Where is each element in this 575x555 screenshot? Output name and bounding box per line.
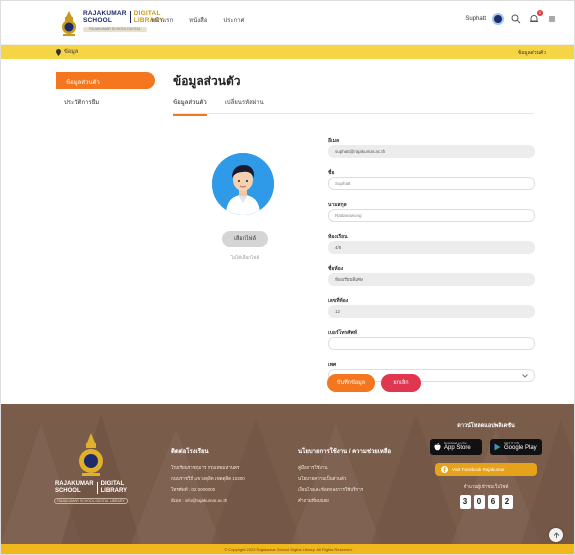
profile-avatar (212, 153, 274, 215)
visitor-digit: 2 (501, 495, 513, 509)
visitor-count-label: จำนวนผู้เข้าชมเว็บไซต์ (463, 484, 509, 489)
arrow-up-icon (553, 531, 559, 538)
nav-books[interactable]: หนังสือ (189, 15, 207, 25)
last-name-field[interactable]: Rattanawong (328, 209, 535, 222)
last-name-label: นามสกุล (328, 202, 347, 208)
facebook-button[interactable]: Visit Facebook Rajakumar (435, 463, 537, 476)
app-store-button[interactable]: Download on the App Store (430, 439, 482, 455)
footer-contact-line: โทรศัพท์ : 02 0000000 (171, 487, 216, 492)
student-number-field: 12 (328, 305, 535, 318)
footer-links-heading: นโยบายการใช้งาน / ความช่วยเหลือ (298, 449, 392, 455)
breadcrumb: ข้อมูล (56, 48, 78, 56)
footer-logo-divider (96, 482, 98, 494)
visitor-digit: 3 (459, 495, 471, 509)
footer-logo: RAJAKUMAR SCHOOL DIGITAL LIBRARY RAJAKUM… (53, 433, 129, 504)
footer-link[interactable]: เงื่อนไขและข้อตกลงการใช้บริการ (298, 486, 398, 493)
save-button[interactable]: บันทึกข้อมูล (327, 374, 375, 392)
search-icon[interactable] (510, 13, 522, 25)
google-play-icon (494, 443, 501, 451)
visitor-digit: 6 (487, 495, 499, 509)
google-play-button[interactable]: GET IT ON Google Play (490, 439, 542, 455)
footer-contact: ติดต่อโรงเรียน โรงเรียนราชกุมาร กรุงเทพม… (171, 446, 281, 508)
page-title: ข้อมูลส่วนตัว (173, 74, 241, 88)
user-avatar-icon (212, 153, 274, 215)
footer-logo-right2: LIBRARY (100, 488, 128, 494)
sidebar-item-profile[interactable]: ข้อมูลส่วนตัว (56, 72, 155, 89)
phone-label: เบอร์โทรศัพท์ (328, 330, 358, 336)
chevron-down-icon (522, 373, 528, 378)
user-avatar[interactable] (492, 13, 504, 25)
copyright: © Copyright 2023 Rajakumar School Digita… (1, 544, 574, 554)
app-store-label: App Store (444, 445, 471, 451)
logo-line2-left: SCHOOL (83, 17, 113, 24)
footer-apps-heading: ดาวน์โหลดแอปพลิเคชัน (457, 423, 515, 429)
sidebar-item-history[interactable]: ประวัติการยืม (64, 97, 99, 107)
tab-divider (173, 113, 533, 114)
footer-logo-left1: RAJAKUMAR (54, 481, 94, 487)
room-name-label: ชื่อห้อง (328, 266, 344, 272)
footer-links: นโยบายการใช้งาน / ความช่วยเหลือ คู่มือกา… (298, 446, 398, 508)
visitor-digit: 0 (473, 495, 485, 509)
footer-link[interactable]: คู่มือการใช้งาน (298, 464, 398, 471)
facebook-icon (441, 466, 448, 473)
main-nav: หน้าแรก หนังสือ ประกาศ (151, 15, 245, 25)
student-number-label: เลขที่ห้อง (328, 298, 349, 304)
page: RAJAKUMAR SCHOOL DIGITAL LIBRARY RAJAKUM… (0, 0, 575, 555)
notification-badge: 0 (537, 10, 543, 16)
facebook-label: Visit Facebook Rajakumar (452, 467, 505, 472)
logo-divider (129, 11, 131, 23)
nav-home[interactable]: หน้าแรก (151, 15, 173, 25)
location-pin-icon (56, 48, 61, 56)
classroom-label: ห้องเรียน (328, 234, 348, 240)
footer-link[interactable]: คำถามที่พบบ่อย (298, 497, 398, 504)
no-file-chosen-text: ไม่ได้เลือกไฟล์ (230, 255, 260, 260)
breadcrumb-current: ข้อมูลส่วนตัว (517, 50, 546, 56)
site-logo[interactable]: RAJAKUMAR SCHOOL DIGITAL LIBRARY RAJAKUM… (59, 10, 164, 38)
footer-contact-line: โรงเรียนราชกุมาร กรุงเทพมหานคร (171, 465, 240, 470)
first-name-label: ชื่อ (328, 170, 335, 176)
footer-contact-heading: ติดต่อโรงเรียน (171, 449, 209, 455)
email-label: อีเมล (328, 138, 340, 144)
logo-line1-left: RAJAKUMAR (83, 10, 127, 17)
footer-contact-line: ถนนราชวิถี แขวงดุสิต เขตดุสิต 10300 (171, 476, 245, 481)
footer-logo-subtitle: RAJAKUMAR SCHOOL DIGITAL LIBRARY (54, 498, 128, 504)
choose-file-button[interactable]: เลือกไฟล์ (222, 231, 268, 247)
footer-logo-right1: DIGITAL (100, 481, 125, 487)
nav-announcements[interactable]: ประกาศ (223, 15, 244, 25)
scroll-to-top-button[interactable] (549, 528, 563, 542)
school-crest-icon (79, 433, 103, 476)
footer-apps: ดาวน์โหลดแอปพลิเคชัน Download on the App… (429, 422, 543, 509)
location-bar: ข้อมูล ข้อมูลส่วนตัว (1, 45, 574, 59)
user-name[interactable]: Suphatt (465, 16, 486, 22)
cancel-button[interactable]: ยกเลิก (381, 374, 421, 392)
google-play-label: Google Play (504, 445, 537, 451)
header: RAJAKUMAR SCHOOL DIGITAL LIBRARY RAJAKUM… (1, 1, 574, 45)
footer-contact-line: อีเมล : info@rajakumar.ac.th (171, 498, 228, 503)
email-field: suphatt@rajakumar.ac.th (328, 145, 535, 158)
school-crest-icon (62, 11, 76, 36)
phone-field[interactable] (328, 337, 535, 350)
bell-icon[interactable]: 0 (528, 10, 543, 25)
room-name-field: ห้องเรียนพิเศษ (328, 273, 535, 286)
logo-subtitle: RAJAKUMAR SCHOOL DIGITAL LIBRARY (83, 27, 147, 32)
header-actions: Suphatt 0 (465, 10, 558, 25)
gender-label: เพศ (328, 362, 337, 368)
apple-icon (434, 443, 441, 451)
profile-form: อีเมล suphatt@rajakumar.ac.th ชื่อ Supha… (328, 137, 535, 393)
first-name-field[interactable]: Suphatt (328, 177, 535, 190)
menu-icon[interactable] (546, 13, 558, 25)
footer-logo-left2: SCHOOL (54, 488, 81, 494)
breadcrumb-location[interactable]: ข้อมูล (64, 48, 78, 56)
footer-link[interactable]: นโยบายความเป็นส่วนตัว (298, 475, 398, 482)
classroom-field: 4/5 (328, 241, 535, 254)
visitor-counter: 3 0 6 2 (429, 495, 543, 509)
